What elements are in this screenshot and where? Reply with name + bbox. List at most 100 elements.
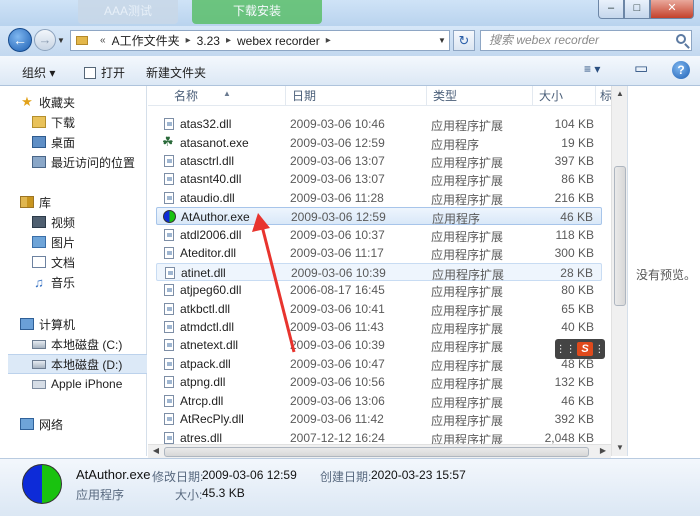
nav-label: 本地磁盘 (D:) xyxy=(51,357,123,372)
column-header-type[interactable]: 类型 xyxy=(427,86,533,106)
file-date: 2009-03-06 10:56 xyxy=(290,375,385,390)
nav-drive-d[interactable]: 本地磁盘 (D:) xyxy=(8,354,147,374)
file-row[interactable]: AtRecPly.dll 2009-03-06 11:42 应用程序扩展 392 KB xyxy=(156,410,602,428)
file-row[interactable]: ataudio.dll 2009-03-06 11:28 应用程序扩展 216 KB xyxy=(156,189,602,207)
file-row[interactable]: Ateditor.dll 2009-03-06 11:17 应用程序扩展 300 KB xyxy=(156,244,602,262)
file-date: 2009-03-06 10:46 xyxy=(290,117,385,131)
file-row[interactable]: atasctrl.dll 2009-03-06 13:07 应用程序扩展 397 KB xyxy=(156,152,602,170)
preview-pane-icon[interactable]: ▭ xyxy=(634,59,648,77)
new-folder-button[interactable]: 新建文件夹 xyxy=(146,64,206,81)
created-label: 创建日期: xyxy=(320,470,372,484)
folder-icon xyxy=(76,36,88,45)
file-row[interactable]: atjpeg60.dll 2006-08-17 16:45 应用程序扩展 80 KB xyxy=(156,281,602,299)
file-type: 应用程序扩展 xyxy=(431,321,504,336)
selected-file-name: AtAuthor.exe xyxy=(76,467,151,482)
file-row[interactable]: atas32.dll 2009-03-06 10:46 应用程序扩展 104 KB xyxy=(156,115,602,133)
refresh-button[interactable]: ↻ xyxy=(453,30,475,51)
nav-label: 视频 xyxy=(51,215,76,230)
breadcrumb-segment[interactable]: webex recorder xyxy=(237,34,320,48)
dll-icon xyxy=(164,247,174,260)
address-dropdown-icon[interactable]: ▼ xyxy=(435,36,449,45)
change-view-icon[interactable]: ≡ ▾ xyxy=(584,62,600,76)
file-row[interactable]: atpack.dll 2009-03-06 10:47 应用程序扩展 48 KB xyxy=(156,355,602,373)
modified-label: 修改日期: xyxy=(152,470,204,484)
file-row[interactable]: atasnt40.dll 2009-03-06 13:07 应用程序扩展 86 KB xyxy=(156,170,602,188)
file-row[interactable]: atnetext.dll 2009-03-06 10:39 应用程序扩展 xyxy=(156,336,602,354)
file-row[interactable]: atinet.dll 2009-03-06 10:39 应用程序扩展 28 KB xyxy=(156,262,602,282)
file-row[interactable]: atpng.dll 2009-03-06 10:56 应用程序扩展 132 KB xyxy=(156,373,602,391)
file-list: 名称 ▲ 日期 类型 大小 标 atas32.dll 2009-03-06 10:4… xyxy=(148,86,612,456)
scroll-up-icon[interactable]: ▲ xyxy=(612,86,628,102)
file-size: 300 KB xyxy=(554,246,594,261)
scroll-down-icon[interactable]: ▼ xyxy=(612,440,628,456)
ime-menu-icon[interactable]: ⋮ xyxy=(594,344,604,355)
nav-computer[interactable]: 计算机 xyxy=(20,314,167,334)
file-type: 应用程序 xyxy=(431,137,480,152)
scroll-right-icon[interactable]: ▶ xyxy=(595,444,611,458)
file-row[interactable]: atmdctl.dll 2009-03-06 11:43 应用程序扩展 40 KB xyxy=(156,318,602,336)
exe-icon: ☘ xyxy=(162,133,176,149)
file-name: atjpeg60.dll xyxy=(180,283,242,297)
scrollbar-thumb[interactable] xyxy=(164,447,589,457)
file-size: 118 KB xyxy=(555,227,594,242)
back-button[interactable]: ← xyxy=(8,28,32,52)
dll-icon xyxy=(164,118,174,130)
file-size: 2,048 KB xyxy=(544,430,594,445)
file-row[interactable]: atdl2006.dll 2009-03-06 10:37 应用程序扩展 118 KB xyxy=(156,226,602,244)
scroll-left-icon[interactable]: ◀ xyxy=(148,444,164,458)
file-size: 19 KB xyxy=(561,135,594,150)
video-icon xyxy=(32,216,46,228)
maximize-button[interactable]: □ xyxy=(624,0,650,19)
nav-network[interactable]: 网络 xyxy=(20,414,167,434)
breadcrumb-separator-icon[interactable]: ▸ xyxy=(326,35,331,46)
column-header-date[interactable]: 日期 xyxy=(286,86,427,106)
file-row[interactable]: ☘ atasanot.exe 2009-03-06 12:59 应用程序 19 KB xyxy=(156,133,602,152)
breadcrumb-segment[interactable]: A工作文件夹 xyxy=(112,32,180,49)
file-name: atnetext.dll xyxy=(180,338,239,353)
address-bar[interactable]: « A工作文件夹 ▸ 3.23 ▸ webex recorder ▸ ▼ xyxy=(70,30,450,51)
nav-label: 收藏夹 xyxy=(39,95,76,110)
breadcrumb-segment[interactable]: 3.23 xyxy=(197,34,220,48)
column-header-tags[interactable]: 标 xyxy=(596,86,612,106)
nav-label: 库 xyxy=(39,195,52,210)
forward-button[interactable]: → xyxy=(34,29,56,51)
navigation-bar: ← → ▼ « A工作文件夹 ▸ 3.23 ▸ webex recorder ▸… xyxy=(0,26,700,56)
scrollbar-thumb[interactable] xyxy=(614,166,626,306)
ime-grip-icon[interactable]: ⋮⋮ xyxy=(556,344,576,355)
dll-icon xyxy=(164,228,174,241)
desktop-icon xyxy=(32,136,46,148)
breadcrumb-overflow-icon[interactable]: « xyxy=(100,35,106,46)
file-row[interactable]: atkbctl.dll 2009-03-06 10:41 应用程序扩展 65 KB xyxy=(156,300,602,318)
file-type: 应用程序扩展 xyxy=(431,285,504,299)
organize-menu[interactable]: 组织 ▾ xyxy=(22,64,55,81)
dll-icon xyxy=(164,376,174,389)
minimize-button[interactable]: – xyxy=(598,0,624,19)
nav-libraries[interactable]: 库 xyxy=(20,192,167,212)
background-window-tab[interactable]: AAA测试 xyxy=(78,0,178,24)
search-icon[interactable] xyxy=(676,34,686,44)
horizontal-scrollbar[interactable]: ◀ ▶ xyxy=(148,444,611,458)
close-button[interactable]: ✕ xyxy=(650,0,694,19)
recent-pages-dropdown-icon[interactable]: ▼ xyxy=(57,36,65,45)
ime-toolbar[interactable]: ⋮⋮ S ⋮ xyxy=(555,339,605,359)
breadcrumb-separator-icon[interactable]: ▸ xyxy=(226,35,231,46)
open-button[interactable]: 打开 xyxy=(84,64,125,81)
nav-favorites[interactable]: ★ 收藏夹 xyxy=(20,92,167,112)
file-row[interactable]: AtAuthor.exe 2009-03-06 12:59 应用程序 46 KB xyxy=(156,207,602,226)
help-icon[interactable]: ? xyxy=(672,61,690,79)
nav-label: Apple iPhone xyxy=(51,377,123,391)
vertical-scrollbar[interactable]: ▲ ▼ xyxy=(611,86,627,456)
file-row[interactable]: Atrcp.dll 2009-03-06 13:06 应用程序扩展 46 KB xyxy=(156,392,602,410)
exe-icon xyxy=(163,210,176,224)
background-download-tab[interactable]: 下载安装 xyxy=(192,0,322,24)
column-label: 名称 xyxy=(174,89,199,103)
file-date: 2009-03-06 11:17 xyxy=(290,246,384,261)
column-header-name[interactable]: 名称 ▲ xyxy=(168,86,286,106)
file-name: AtRecPly.dll xyxy=(180,412,244,427)
column-header-size[interactable]: 大小 xyxy=(533,86,596,106)
search-input[interactable]: 搜索 webex recorder xyxy=(480,30,692,51)
breadcrumb-separator-icon[interactable]: ▸ xyxy=(186,35,191,46)
computer-icon xyxy=(20,318,34,330)
nav-label: 文档 xyxy=(51,255,76,270)
sogou-ime-icon[interactable]: S xyxy=(576,342,593,356)
